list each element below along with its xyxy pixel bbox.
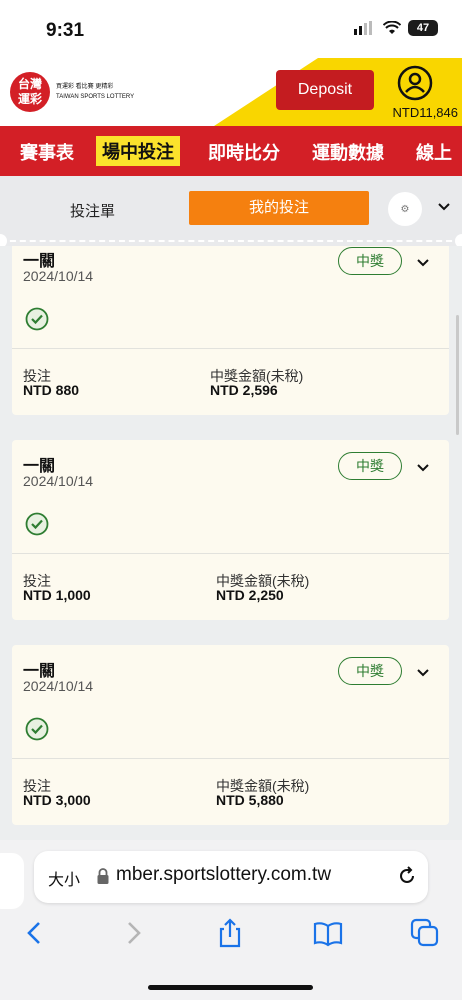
forward-icon[interactable] [118,918,148,948]
nav-online[interactable]: 線上 [416,139,452,165]
chevron-down-icon[interactable] [436,198,452,214]
text-size-button[interactable]: 大小 [48,866,80,890]
main-nav: 賽事表 場中投注 即時比分 運動數據 線上 [0,126,462,176]
home-indicator [148,985,313,990]
stake-amount: NTD 3,000 [23,792,91,808]
win-badge: 中獎 [338,452,402,480]
bet-list: 一關 2024/10/14 中獎 投注 NTD 880 中獎金額(未稅) NTD… [0,246,462,840]
battery-icon: 47 [408,20,438,36]
status-time: 9:31 [46,20,85,41]
tab-bet-slip[interactable]: 投注單 [70,200,115,221]
nav-live-betting[interactable]: 場中投注 [96,136,180,166]
share-icon[interactable] [215,918,245,948]
card-divider [12,553,449,554]
chevron-down-icon[interactable] [416,460,430,474]
win-amount: NTD 2,250 [216,587,284,603]
deposit-button[interactable]: Deposit [276,70,374,110]
chevron-down-icon[interactable] [416,665,430,679]
win-amount: NTD 5,880 [216,792,284,808]
win-badge: 中獎 [338,657,402,685]
nav-sports-data[interactable]: 運動數據 [312,139,384,165]
scrollbar[interactable] [456,315,459,435]
lock-icon [97,868,109,884]
chevron-down-icon[interactable] [416,255,430,269]
divider [0,240,462,244]
nav-live-score[interactable]: 即時比分 [208,139,280,165]
sports-lottery-logo[interactable]: 台灣 運彩 [10,72,50,112]
bookmarks-icon[interactable] [313,918,343,948]
card-divider [12,758,449,759]
site-header: 台灣 運彩 買運彩 看比賽 更精彩 TAIWAN SPORTS LOTTERY … [0,58,462,126]
logo-tagline: 買運彩 看比賽 更精彩 TAIWAN SPORTS LOTTERY [56,84,135,100]
stake-amount: NTD 880 [23,382,80,398]
stake-amount: NTD 1,000 [23,587,91,603]
tab-my-bets[interactable]: 我的投注 [189,191,369,225]
reload-icon[interactable] [396,865,418,887]
card-divider [12,348,449,349]
bet-card[interactable]: 一關 2024/10/14 中獎 投注 NTD 3,000 中獎金額(未稅) N… [12,645,449,825]
previous-tab-preview[interactable] [0,853,24,909]
status-bar: 9:31 47 [0,0,462,58]
address-bar[interactable]: 大小 mber.sportslottery.com.tw [34,851,428,903]
settings-button[interactable]: ⚙ [388,192,422,226]
bet-tabs: 投注單 我的投注 ⚙ [0,176,462,246]
account-balance: NTD11,846 [392,105,458,120]
nav-schedule[interactable]: 賽事表 [20,139,74,165]
gear-icon: ⚙ [400,203,410,215]
check-circle-icon [25,512,49,536]
browser-toolbar: 大小 mber.sportslottery.com.tw [0,840,462,1000]
account-icon[interactable] [397,65,433,101]
bet-date: 2024/10/14 [23,678,94,694]
bet-card[interactable]: 一關 2024/10/14 中獎 投注 NTD 1,000 中獎金額(未稅) N… [12,440,449,620]
check-circle-icon [25,717,49,741]
url-text[interactable]: mber.sportslottery.com.tw [116,864,331,886]
bet-date: 2024/10/14 [23,473,94,489]
win-badge: 中獎 [338,247,402,275]
win-amount: NTD 2,596 [210,382,278,398]
back-icon[interactable] [20,918,50,948]
tabs-icon[interactable] [410,918,440,948]
check-circle-icon [25,307,49,331]
bet-date: 2024/10/14 [23,268,94,284]
wifi-icon [383,21,401,34]
bet-card[interactable]: 一關 2024/10/14 中獎 投注 NTD 880 中獎金額(未稅) NTD… [12,246,449,415]
cellular-signal-icon [354,21,372,35]
status-icons: 47 [354,20,438,36]
